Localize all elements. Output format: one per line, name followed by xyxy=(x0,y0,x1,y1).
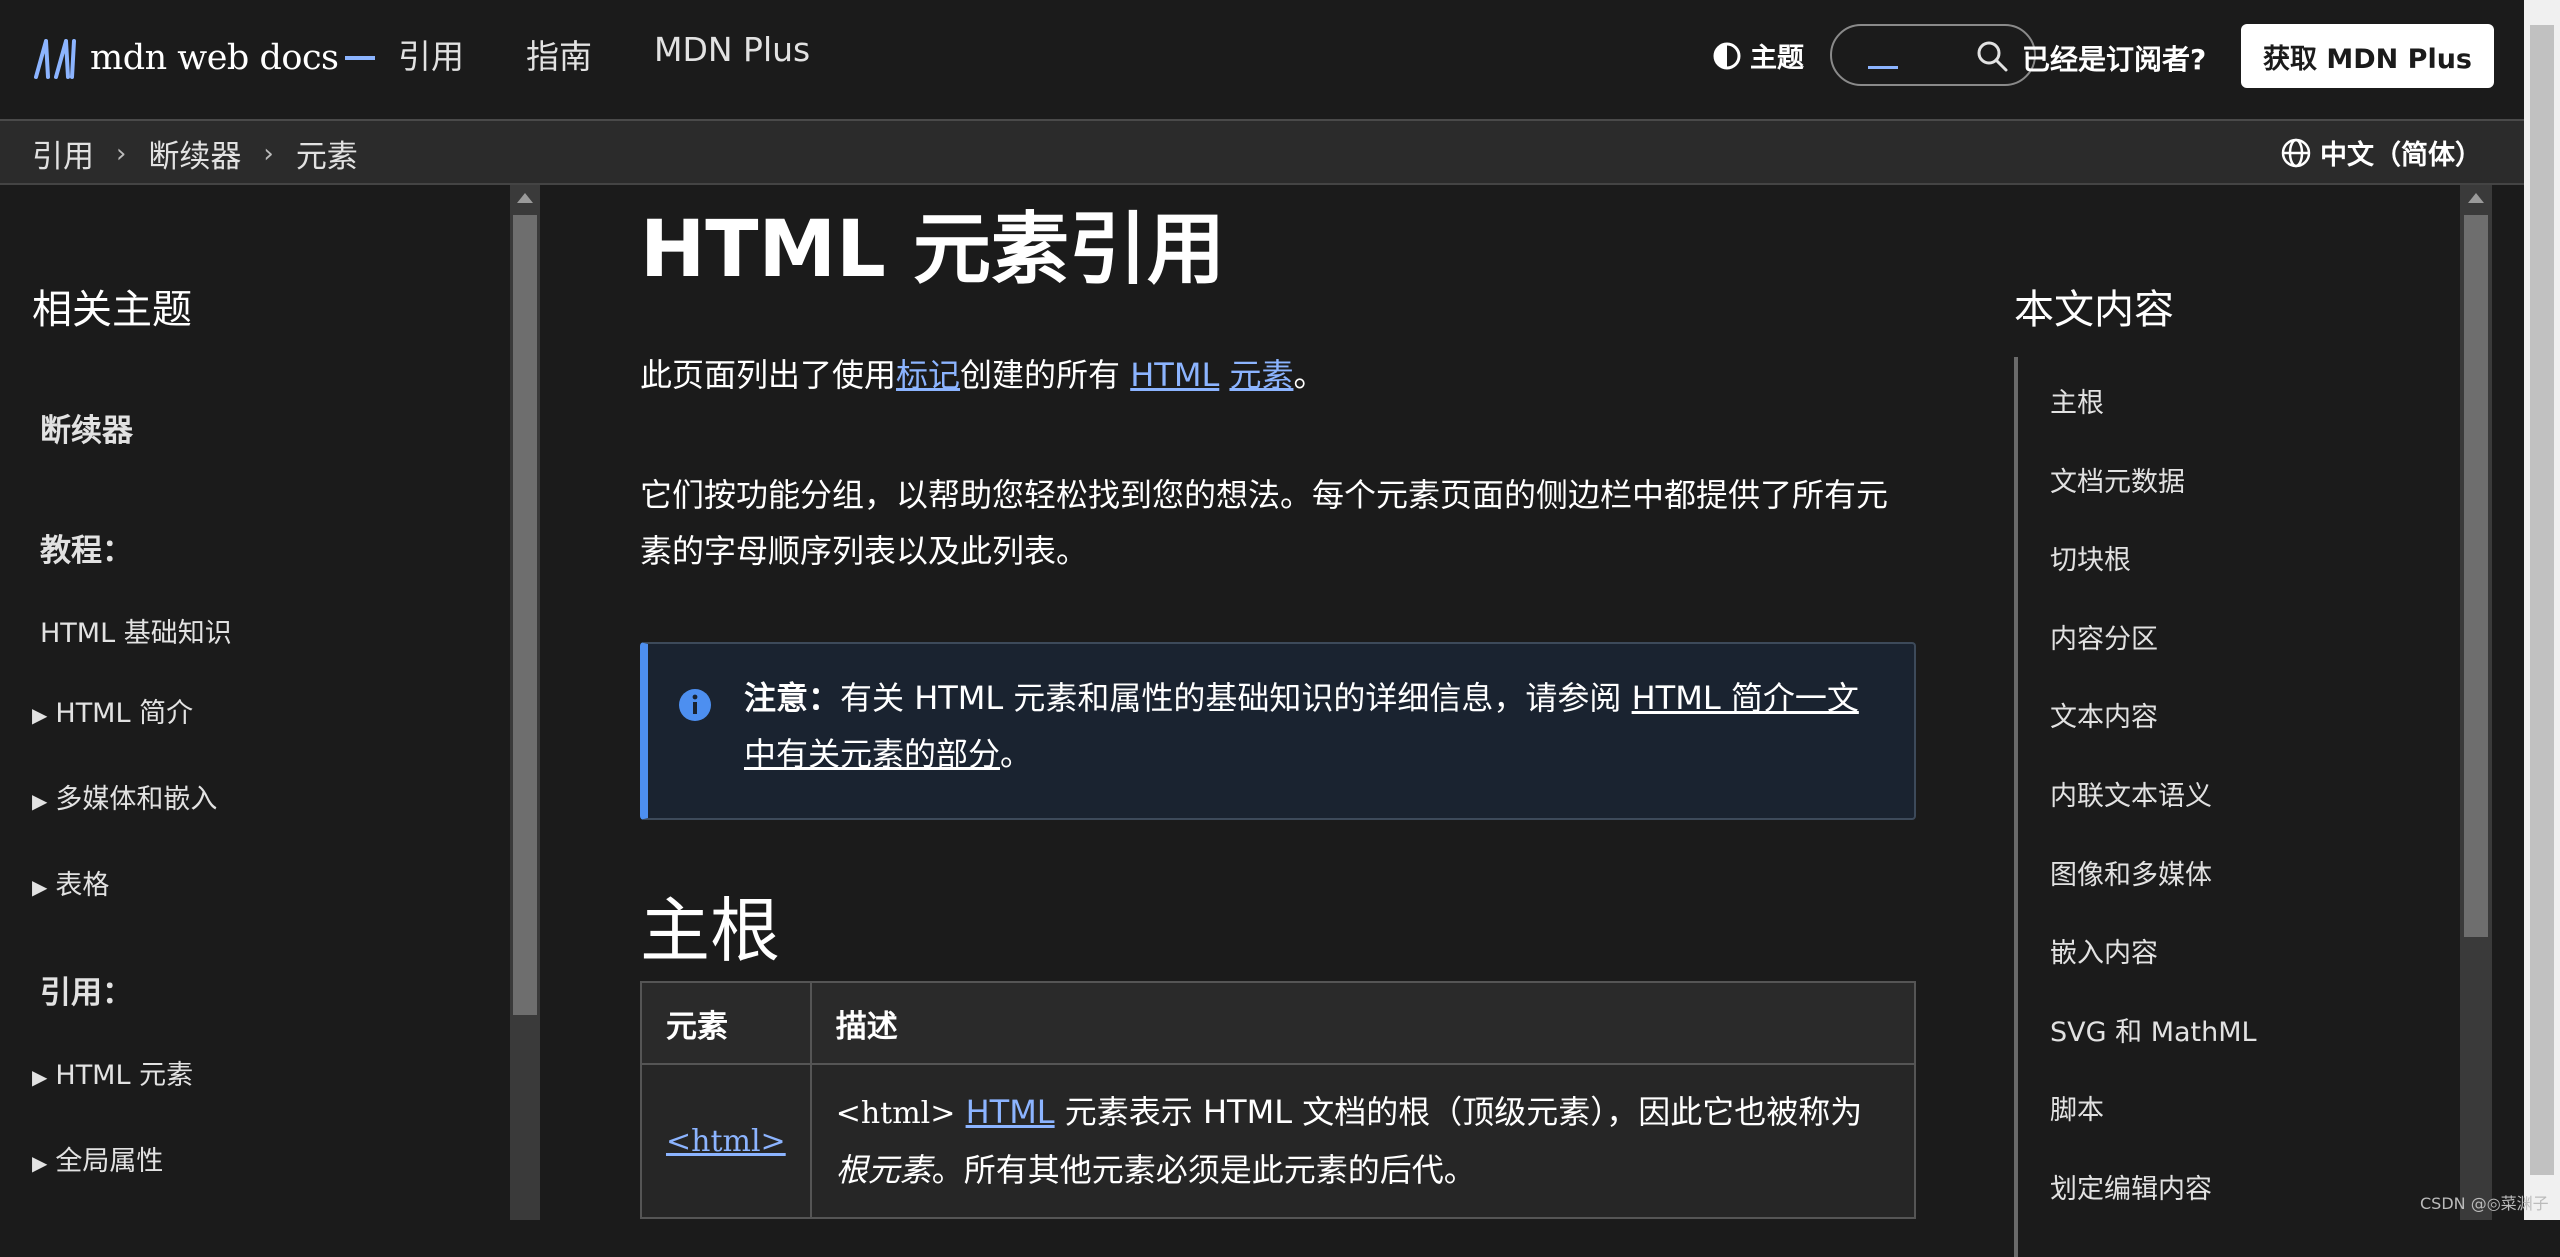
logo-text: mdn web docs xyxy=(90,38,339,78)
search-box[interactable] xyxy=(1830,24,2036,86)
toc-item[interactable]: 划定编辑内容 xyxy=(2050,1167,2212,1206)
nav-guides[interactable]: 指南 xyxy=(526,30,592,78)
note-text: 注意：有关 HTML 元素和属性的基础知识的详细信息，请参阅 HTML 简介一文… xyxy=(744,679,1859,773)
html-element-link[interactable]: <html> xyxy=(666,1124,786,1159)
element-link[interactable]: 元素 xyxy=(1229,356,1293,394)
main-content: HTML 元素引用 此页面列出了使用标记创建的所有 HTML 元素。 它们按功能… xyxy=(640,185,1920,1220)
breadcrumb-separator-icon: › xyxy=(263,138,274,169)
main-nav: 引用 指南 MDN Plus xyxy=(398,30,872,78)
table-header-description: 描述 xyxy=(809,981,1917,1065)
sidebar-scroll-thumb[interactable] xyxy=(513,215,537,1015)
sidebar-item-html-elements[interactable]: ▶ HTML 元素 xyxy=(32,1053,193,1092)
sidebar-title: 相关主题 xyxy=(32,287,192,333)
expand-triangle-icon: ▶ xyxy=(32,1065,48,1089)
content-scroll-thumb[interactable] xyxy=(2464,215,2488,937)
breadcrumb-bar: 引用 › 断续器 › 元素 中文（简体） xyxy=(0,121,2524,185)
nav-mdn-plus[interactable]: MDN Plus xyxy=(654,30,810,78)
mdn-logo-icon xyxy=(34,39,76,79)
page-title: HTML 元素引用 xyxy=(640,205,1225,295)
toc-item[interactable]: 嵌入内容 xyxy=(2050,931,2158,970)
sidebar-tutorial-heading: 教程： xyxy=(40,533,133,569)
expand-triangle-icon: ▶ xyxy=(32,789,48,813)
theme-contrast-icon xyxy=(1713,42,1741,69)
sidebar-section-html: 断续器 xyxy=(40,413,133,449)
toc-item[interactable]: SVG 和 MathML xyxy=(2050,1010,2257,1049)
mdn-logo[interactable]: mdn web docs xyxy=(32,34,375,82)
elements-table: 元素 描述 <html> <html> HTML 元素表示 HTML 文档的根（… xyxy=(640,981,1917,1219)
table-header-element: 元素 xyxy=(640,981,812,1065)
breadcrumb-elements[interactable]: 元素 xyxy=(296,131,358,176)
note-callout: 注意：有关 HTML 元素和属性的基础知识的详细信息，请参阅 HTML 简介一文… xyxy=(640,642,1916,820)
markup-link[interactable]: 标记 xyxy=(896,356,960,394)
table-cell-element: <html> xyxy=(640,1063,812,1219)
toc-item[interactable]: 内联文本语义 xyxy=(2050,774,2212,813)
toc-item[interactable]: 内容分区 xyxy=(2050,617,2158,656)
scroll-up-icon[interactable] xyxy=(517,193,533,203)
watermark: CSDN @◎菜渊子 xyxy=(2420,1194,2549,1213)
content-scrollbar[interactable] xyxy=(2460,185,2492,1220)
globe-icon xyxy=(2281,138,2311,167)
search-caret xyxy=(1868,66,1898,69)
nav-reference[interactable]: 引用 xyxy=(398,30,464,78)
table-row: <html> <html> HTML 元素表示 HTML 文档的根（顶级元素），… xyxy=(640,1063,1917,1219)
sidebar-scrollbar[interactable] xyxy=(510,185,540,1220)
info-icon xyxy=(679,689,711,721)
sidebar-item-html-intro[interactable]: ▶ HTML 简介 xyxy=(32,691,193,730)
scroll-up-icon[interactable] xyxy=(2468,193,2484,203)
toc-item[interactable]: 文档元数据 xyxy=(2050,460,2185,499)
get-mdn-plus-button[interactable]: 获取 MDN Plus xyxy=(2241,24,2494,88)
search-input[interactable] xyxy=(1852,36,1976,76)
intro-paragraph: 此页面列出了使用标记创建的所有 HTML 元素。 xyxy=(640,356,1326,394)
section-heading-main-root: 主根 xyxy=(640,890,780,972)
grouping-paragraph: 它们按功能分组，以帮助您轻松找到您的想法。每个元素页面的侧边栏中都提供了所有元素… xyxy=(640,476,1889,570)
toc-divider xyxy=(2014,357,2018,1257)
theme-label: 主题 xyxy=(1750,43,1804,74)
toc-title: 本文内容 xyxy=(2014,287,2174,333)
table-header-row: 元素 描述 xyxy=(640,981,1917,1065)
expand-triangle-icon: ▶ xyxy=(32,703,48,727)
language-switcher[interactable]: 中文（简体） xyxy=(2280,133,2482,172)
breadcrumb-html[interactable]: 断续器 xyxy=(148,131,241,176)
breadcrumb-separator-icon: › xyxy=(116,138,127,169)
toc-item[interactable]: 图像和多媒体 xyxy=(2050,853,2212,892)
already-subscriber-link[interactable]: 已经是订阅者? xyxy=(2022,38,2206,78)
html-term-link[interactable]: HTML xyxy=(966,1093,1055,1131)
table-cell-description: <html> HTML 元素表示 HTML 文档的根（顶级元素），因此它也被称为… xyxy=(809,1063,1917,1219)
sidebar-reference-heading: 引用： xyxy=(40,975,133,1011)
sidebar-item-multimedia[interactable]: ▶ 多媒体和嵌入 xyxy=(32,777,217,816)
page-scrollbar[interactable] xyxy=(2524,0,2560,1220)
top-header: mdn web docs 引用 指南 MDN Plus 主题 已经是订阅者? 获… xyxy=(0,0,2524,121)
theme-button[interactable]: 主题 xyxy=(1712,36,1804,75)
search-icon[interactable] xyxy=(1974,38,2010,74)
sidebar-item-global-attrs[interactable]: ▶ 全局属性 xyxy=(32,1139,163,1178)
language-label: 中文（简体） xyxy=(2320,140,2482,171)
breadcrumb-reference[interactable]: 引用 xyxy=(32,131,94,176)
html-link[interactable]: HTML xyxy=(1130,356,1219,394)
breadcrumb: 引用 › 断续器 › 元素 xyxy=(32,131,358,176)
left-sidebar: 相关主题 断续器 教程： HTML 基础知识 ▶ HTML 简介 ▶ 多媒体和嵌入 … xyxy=(0,185,508,1220)
toc-item[interactable]: 切块根 xyxy=(2050,538,2131,577)
toc-item[interactable]: 文本内容 xyxy=(2050,695,2158,734)
toc-item[interactable]: 主根 xyxy=(2050,381,2104,420)
table-of-contents: 本文内容 主根 文档元数据 切块根 内容分区 文本内容 内联文本语义 图像和多媒… xyxy=(2014,185,2454,1257)
logo-cursor xyxy=(344,56,375,60)
toc-item[interactable]: 脚本 xyxy=(2050,1088,2104,1127)
sidebar-item-tables[interactable]: ▶ 表格 xyxy=(32,863,109,902)
sidebar-item-html-basics[interactable]: HTML 基础知识 xyxy=(40,611,232,650)
page-scroll-thumb[interactable] xyxy=(2530,25,2554,1175)
expand-triangle-icon: ▶ xyxy=(32,1151,48,1175)
expand-triangle-icon: ▶ xyxy=(32,875,48,899)
